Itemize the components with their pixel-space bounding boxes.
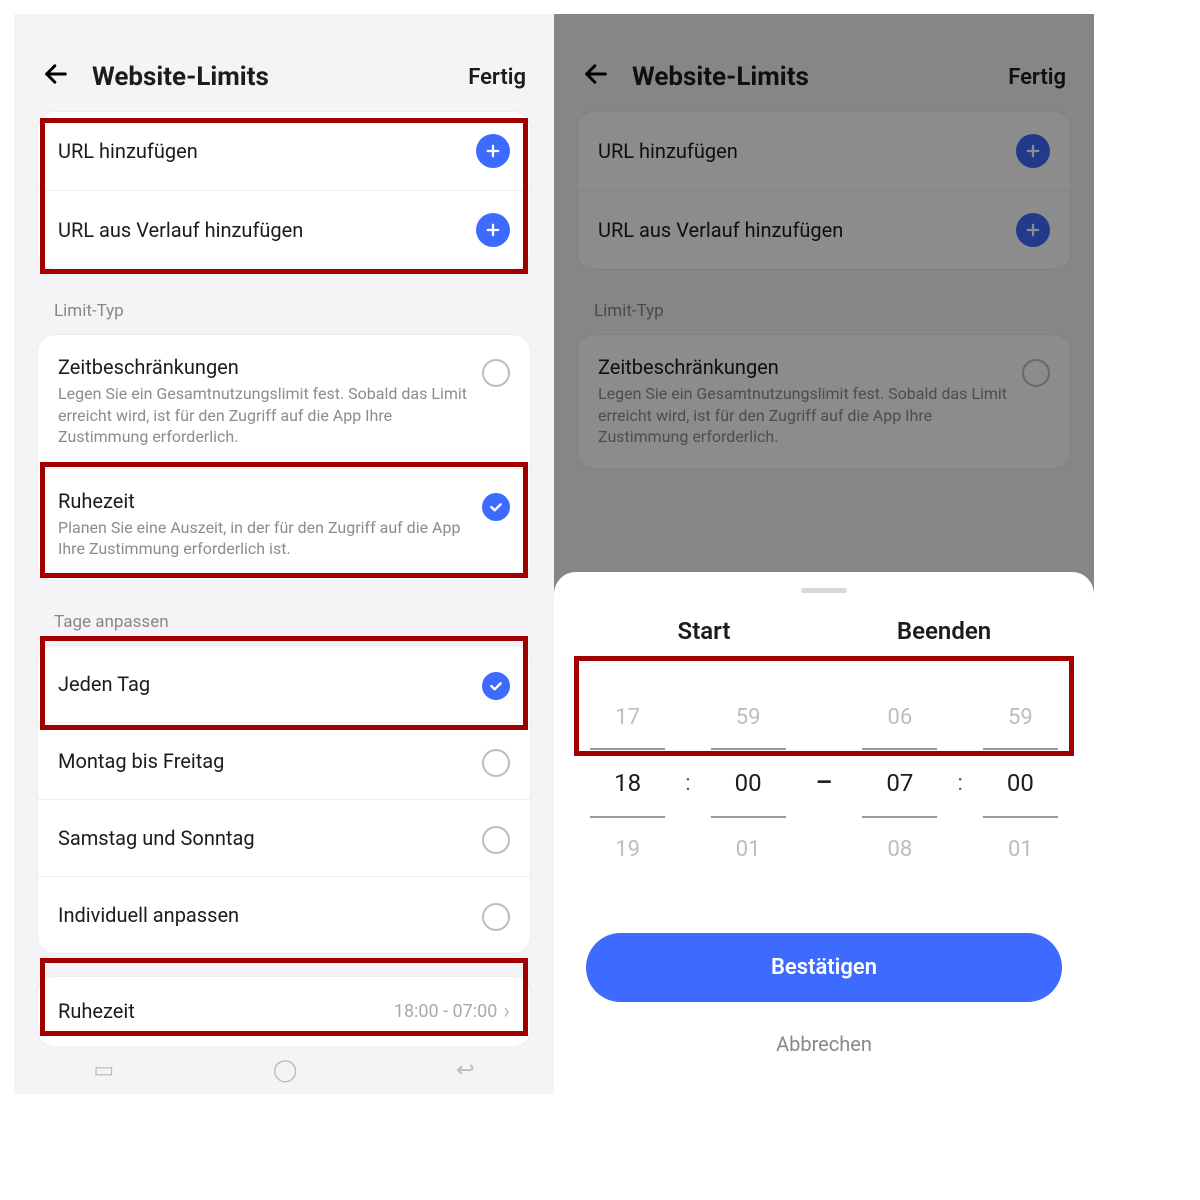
confirm-button[interactable]: Bestätigen	[586, 933, 1062, 1002]
option-weekdays[interactable]: Montag bis Freitag	[38, 722, 530, 799]
back-arrow-icon[interactable]	[42, 60, 70, 94]
done-button[interactable]: Fertig	[468, 65, 526, 90]
option-desc: Legen Sie ein Gesamtnutzungslimit fest. …	[58, 383, 472, 448]
limit-type-label: Limit-Typ	[14, 293, 554, 335]
option-time-limit[interactable]: Zeitbeschränkungen Legen Sie ein Gesamtn…	[38, 335, 530, 468]
nav-home-icon[interactable]: ◯	[273, 1058, 298, 1083]
picker-header-end: Beenden	[824, 617, 1064, 645]
cancel-button[interactable]: Abbrechen	[554, 1002, 1094, 1066]
page-title: Website-Limits	[92, 62, 468, 92]
radio-unchecked-icon[interactable]	[482, 749, 510, 777]
sheet-grip-icon[interactable]	[801, 588, 847, 593]
option-label: Samstag und Sonntag	[58, 826, 482, 850]
dash-separator: –	[802, 768, 847, 798]
radio-checked-icon[interactable]	[482, 672, 510, 700]
option-label: Montag bis Freitag	[58, 749, 482, 773]
picker-end-hour[interactable]: 06 07 08	[846, 702, 953, 864]
downtime-value: 18:00 - 07:00	[394, 1001, 498, 1022]
option-weekend[interactable]: Samstag und Sonntag	[38, 799, 530, 876]
plus-icon[interactable]	[476, 134, 510, 168]
downtime-row-card: Ruhezeit 18:00 - 07:00 ›	[38, 977, 530, 1046]
phone-left: Website-Limits Fertig URL hinzufügen URL…	[14, 14, 554, 1094]
chevron-right-icon: ›	[503, 999, 510, 1024]
plus-icon[interactable]	[476, 213, 510, 247]
option-title: Zeitbeschränkungen	[58, 355, 472, 379]
option-label: Jeden Tag	[58, 672, 482, 696]
option-label: Individuell anpassen	[58, 903, 482, 927]
add-url-label: URL hinzufügen	[58, 139, 476, 163]
nav-back-icon[interactable]: ↩	[456, 1058, 474, 1083]
downtime-row[interactable]: Ruhezeit 18:00 - 07:00 ›	[38, 977, 530, 1046]
picker-header-start: Start	[584, 617, 824, 645]
add-url-history-row[interactable]: URL aus Verlauf hinzufügen	[38, 190, 530, 269]
nav-recent-icon[interactable]: ▭	[93, 1058, 114, 1083]
option-every-day[interactable]: Jeden Tag	[38, 646, 530, 722]
add-url-row[interactable]: URL hinzufügen	[38, 112, 530, 190]
colon-separator: :	[953, 771, 966, 796]
picker-start-minute[interactable]: 59 00 01	[695, 702, 802, 864]
time-picker[interactable]: 17 18 19 : 59 00 01 – 06 07 08 :	[554, 673, 1094, 893]
radio-unchecked-icon[interactable]	[482, 903, 510, 931]
colon-separator: :	[681, 771, 694, 796]
header: Website-Limits Fertig	[14, 14, 554, 112]
days-card: Jeden Tag Montag bis Freitag Samstag und…	[38, 646, 530, 953]
days-label: Tage anpassen	[14, 604, 554, 646]
option-downtime[interactable]: Ruhezeit Planen Sie eine Auszeit, in der…	[38, 468, 530, 580]
radio-unchecked-icon[interactable]	[482, 826, 510, 854]
phone-right: Website-Limits Fertig URL hinzufügen URL…	[554, 14, 1094, 1094]
time-picker-sheet: Start Beenden 17 18 19 : 59 00 01 – 06	[554, 572, 1094, 1094]
add-url-history-label: URL aus Verlauf hinzufügen	[58, 218, 476, 242]
picker-start-hour[interactable]: 17 18 19	[574, 702, 681, 864]
option-desc: Planen Sie eine Auszeit, in der für den …	[58, 517, 472, 560]
option-title: Ruhezeit	[58, 489, 472, 513]
downtime-label: Ruhezeit	[58, 999, 394, 1023]
radio-unchecked-icon[interactable]	[482, 359, 510, 387]
limit-type-card: Zeitbeschränkungen Legen Sie ein Gesamtn…	[38, 335, 530, 580]
option-custom[interactable]: Individuell anpassen	[38, 876, 530, 953]
radio-checked-icon[interactable]	[482, 493, 510, 521]
picker-end-minute[interactable]: 59 00 01	[967, 702, 1074, 864]
system-nav-bar: ▭ ◯ ↩	[14, 1046, 554, 1094]
add-url-card: URL hinzufügen URL aus Verlauf hinzufüge…	[38, 112, 530, 269]
